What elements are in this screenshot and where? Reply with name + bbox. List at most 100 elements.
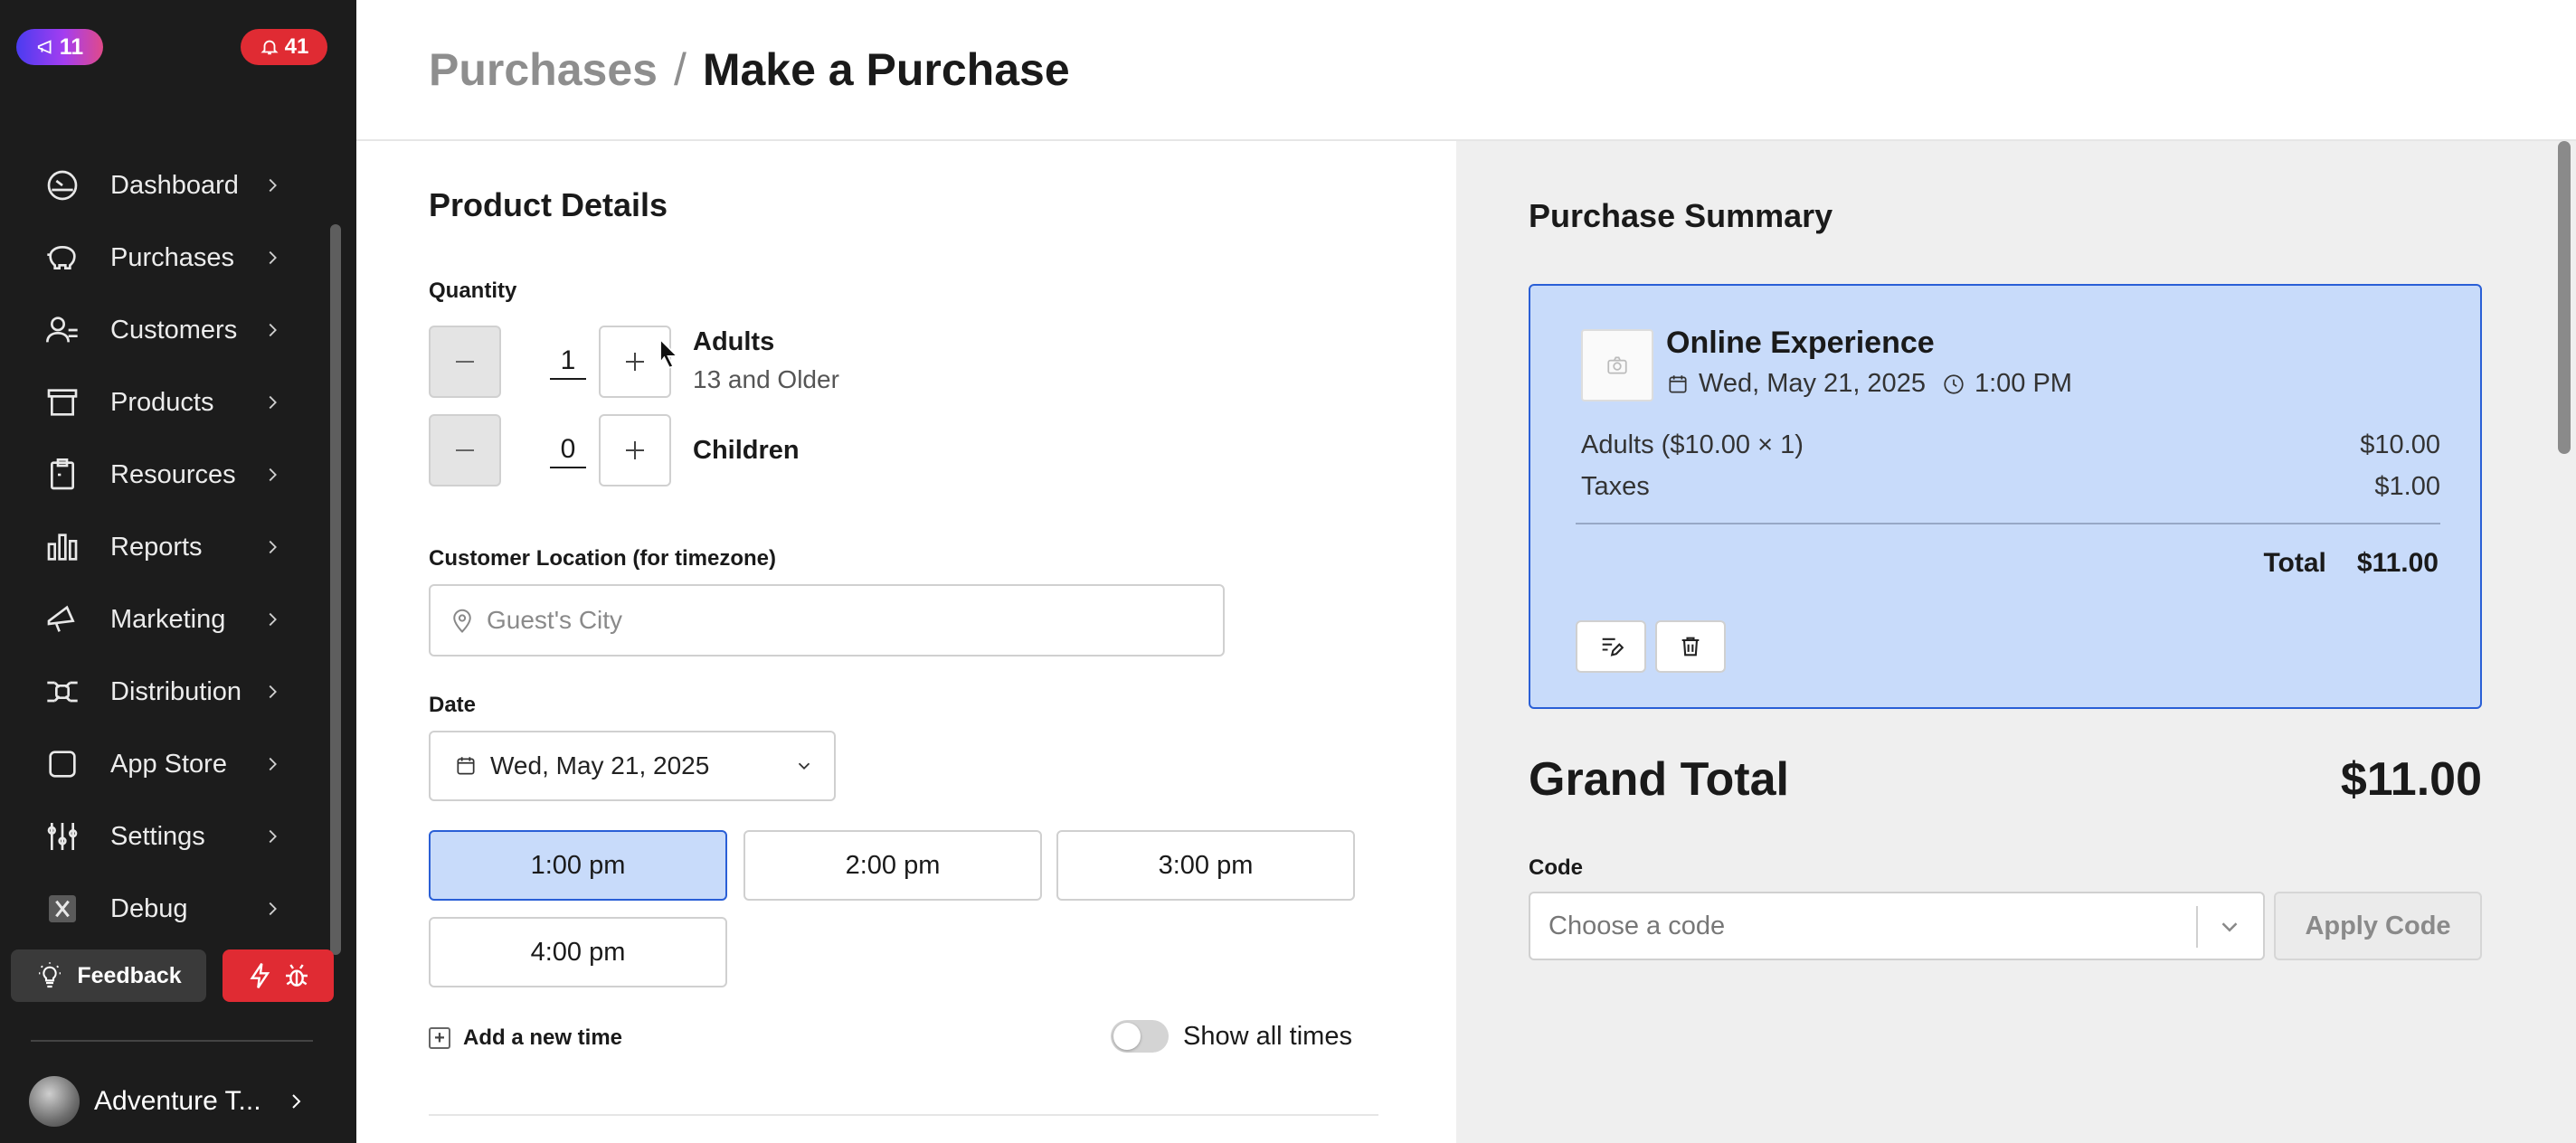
sidebar-item-label: Resources (110, 459, 236, 489)
sidebar-item-marketing[interactable]: Marketing (0, 588, 336, 651)
calendar-icon (1669, 374, 1687, 393)
sidebar-item-customers[interactable]: Customers (0, 298, 336, 362)
sidebar-item-label: Products (110, 387, 214, 417)
grand-total-label: Grand Total (1529, 753, 1789, 806)
megaphone-icon (37, 40, 52, 54)
product-details-panel: Product Details Quantity 1 Adults 13 and… (356, 141, 1456, 1143)
summary-title: Purchase Summary (1529, 197, 1833, 234)
promo-badge[interactable]: 11 (16, 29, 103, 65)
map-pin-icon (453, 609, 471, 633)
sidebar-item-label: Reports (110, 532, 203, 562)
breadcrumb-separator: / (673, 44, 687, 95)
delete-item-button[interactable] (1655, 620, 1726, 673)
plus-square-icon: + (429, 1027, 450, 1049)
calendar-icon (457, 757, 475, 775)
location-placeholder: Guest's City (487, 606, 623, 634)
location-input[interactable]: Guest's City (429, 584, 1225, 657)
sidebar-item-label: Purchases (110, 242, 235, 272)
apply-code-button[interactable]: Apply Code (2274, 892, 2482, 960)
sidebar-item-label: Customers (110, 315, 238, 345)
app-square-icon (43, 745, 81, 783)
lightbulb-icon (39, 962, 62, 988)
children-decrement-button[interactable] (429, 414, 501, 486)
time-slot-button[interactable]: 2:00 pm (743, 830, 1042, 901)
breadcrumb-parent-link[interactable]: Purchases (429, 43, 658, 96)
card-divider (1576, 523, 2440, 524)
line-item-label: Adults ($10.00 × 1) (1581, 430, 1804, 459)
bell-icon (260, 40, 279, 55)
chevron-down-icon[interactable] (2216, 913, 2243, 940)
sidebar-item-label: Dashboard (110, 170, 239, 200)
chevron-right-icon (269, 178, 277, 193)
summary-scrollbar[interactable] (2558, 141, 2571, 454)
sidebar-item-label: App Store (110, 749, 227, 779)
code-select[interactable]: Choose a code (1529, 892, 2265, 960)
notification-count: 41 (284, 34, 309, 59)
show-all-times-toggle[interactable] (1111, 1020, 1169, 1053)
ticket-name-adults: Adults (693, 327, 775, 356)
sidebar-item-app-store[interactable]: App Store (0, 732, 336, 796)
adults-decrement-button[interactable] (429, 326, 501, 398)
purchase-summary-panel: Purchase Summary Online Experience Wed, … (1456, 141, 2576, 1143)
plus-icon (626, 441, 644, 459)
sidebar-item-dashboard[interactable]: Dashboard (0, 154, 336, 217)
lightning-icon (249, 963, 270, 988)
sidebar-item-resources[interactable]: Resources (0, 443, 336, 506)
product-schedule: Wed, May 21, 2025 1:00 PM (1666, 369, 2072, 399)
chevron-right-icon (269, 250, 277, 265)
report-bug-button[interactable] (223, 949, 334, 1002)
avatar (29, 1076, 80, 1127)
sidebar-item-purchases[interactable]: Purchases (0, 226, 336, 289)
breadcrumb: Purchases / Make a Purchase (429, 43, 1070, 96)
edit-item-button[interactable] (1576, 620, 1646, 673)
sidebar-item-distribution[interactable]: Distribution (0, 660, 336, 723)
chevron-right-icon (269, 902, 277, 916)
product-time: 1:00 PM (1974, 369, 2072, 398)
gauge-icon (43, 166, 81, 204)
product-date: Wed, May 21, 2025 (1699, 369, 1926, 398)
account-switcher[interactable]: Adventure T... (29, 1076, 307, 1127)
section-title: Product Details (429, 186, 668, 223)
minus-icon (456, 361, 474, 363)
trash-icon (1681, 637, 1700, 657)
line-item-row: Taxes $1.00 (1581, 472, 2440, 502)
select-separator (2196, 906, 2198, 948)
adults-quantity-value[interactable]: 1 (550, 345, 586, 380)
plus-icon (626, 353, 644, 371)
date-value: Wed, May 21, 2025 (490, 751, 710, 779)
sidebar-item-products[interactable]: Products (0, 371, 336, 434)
sidebar-item-settings[interactable]: Settings (0, 805, 336, 868)
page-header: Purchases / Make a Purchase (356, 0, 2576, 141)
edit-note-icon (1602, 638, 1624, 657)
grand-total-value: $11.00 (2340, 753, 2482, 806)
add-time-label: Add a new time (463, 1025, 623, 1050)
feedback-button[interactable]: Feedback (11, 949, 206, 1002)
ticket-name-children: Children (693, 436, 800, 465)
notification-badge[interactable]: 41 (241, 29, 327, 65)
sidebar-item-label: Debug (110, 893, 188, 923)
time-slot-button[interactable]: 3:00 pm (1056, 830, 1355, 901)
bug-icon (285, 964, 308, 987)
line-item-row: Adults ($10.00 × 1) $10.00 (1581, 430, 2440, 460)
time-slot-button[interactable]: 1:00 pm (429, 830, 727, 901)
children-increment-button[interactable] (599, 414, 671, 486)
sliders-icon (43, 817, 81, 855)
sidebar-item-label: Settings (110, 821, 205, 851)
show-all-times-label: Show all times (1183, 1022, 1352, 1051)
product-thumbnail (1581, 329, 1653, 401)
archive-box-icon (43, 383, 81, 421)
total-label: Total (2263, 548, 2326, 578)
sidebar-scrollbar[interactable] (330, 224, 341, 955)
line-item-label: Taxes (1581, 472, 1650, 501)
date-picker[interactable]: Wed, May 21, 2025 (429, 731, 836, 801)
promo-badge-count: 11 (59, 33, 84, 60)
chevron-right-icon (269, 323, 277, 337)
add-time-button[interactable]: + Add a new time (429, 1025, 622, 1051)
total-value: $11.00 (2356, 548, 2439, 578)
children-quantity-value[interactable]: 0 (550, 434, 586, 468)
code-label: Code (1529, 855, 1583, 880)
page-title: Make a Purchase (702, 44, 1070, 95)
time-slot-button[interactable]: 4:00 pm (429, 917, 727, 987)
sidebar-item-reports[interactable]: Reports (0, 515, 336, 579)
sidebar-item-debug[interactable]: Debug (0, 877, 336, 940)
